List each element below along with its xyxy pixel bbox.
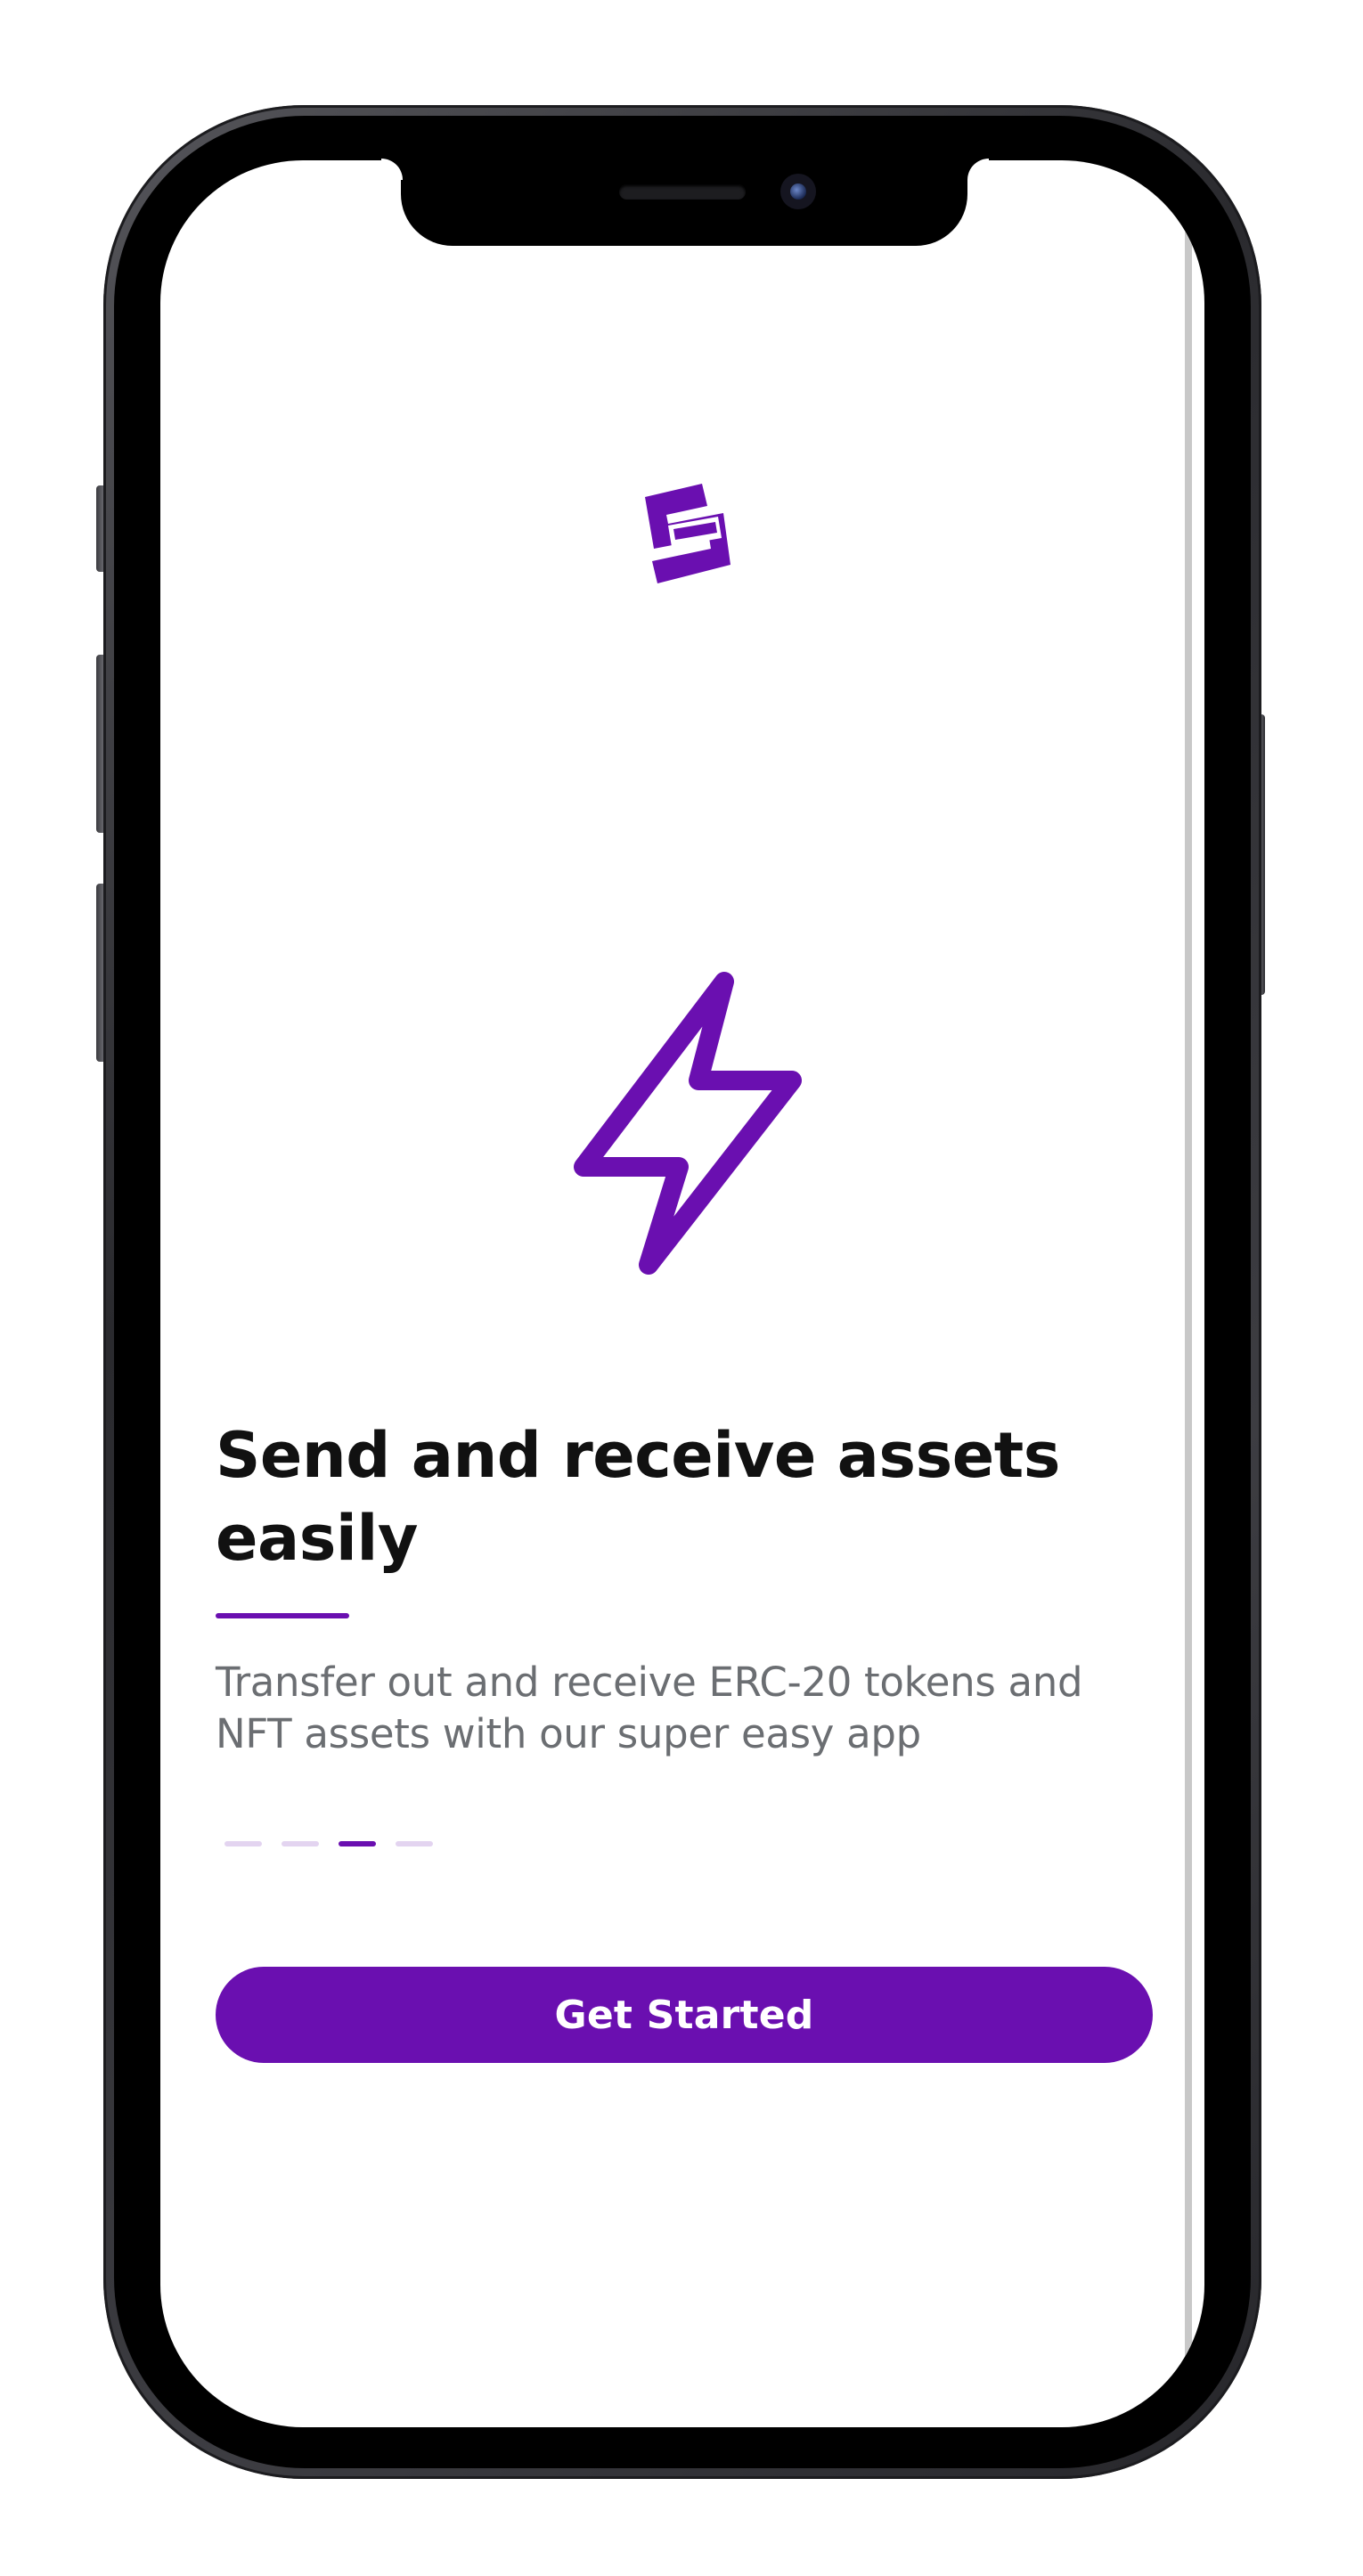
notch-corner [381,159,403,180]
front-camera [780,174,816,209]
onboarding-description: Transfer out and receive ERC-20 tokens a… [216,1659,1083,1757]
page-indicator-dot-active[interactable] [339,1841,376,1846]
lightning-bolt-icon [566,962,815,1283]
scroll-indicator [1185,196,1192,2423]
page-indicator-dot[interactable] [396,1841,433,1846]
get-started-button[interactable]: Get Started [216,1967,1153,2063]
notch-corner [967,159,989,180]
page-indicator [224,1841,433,1846]
page-indicator-dot[interactable] [282,1841,319,1846]
earpiece-speaker [619,184,746,200]
device-mockup: Send and receive assets easily Transfer … [0,0,1363,2576]
notch [401,159,967,246]
app-screen: Send and receive assets easily Transfer … [160,160,1204,2427]
page-indicator-dot[interactable] [224,1841,262,1846]
onboarding-title: Send and receive assets easily [216,1419,1060,1575]
s-logo-icon [633,481,748,606]
title-underline [216,1613,349,1618]
